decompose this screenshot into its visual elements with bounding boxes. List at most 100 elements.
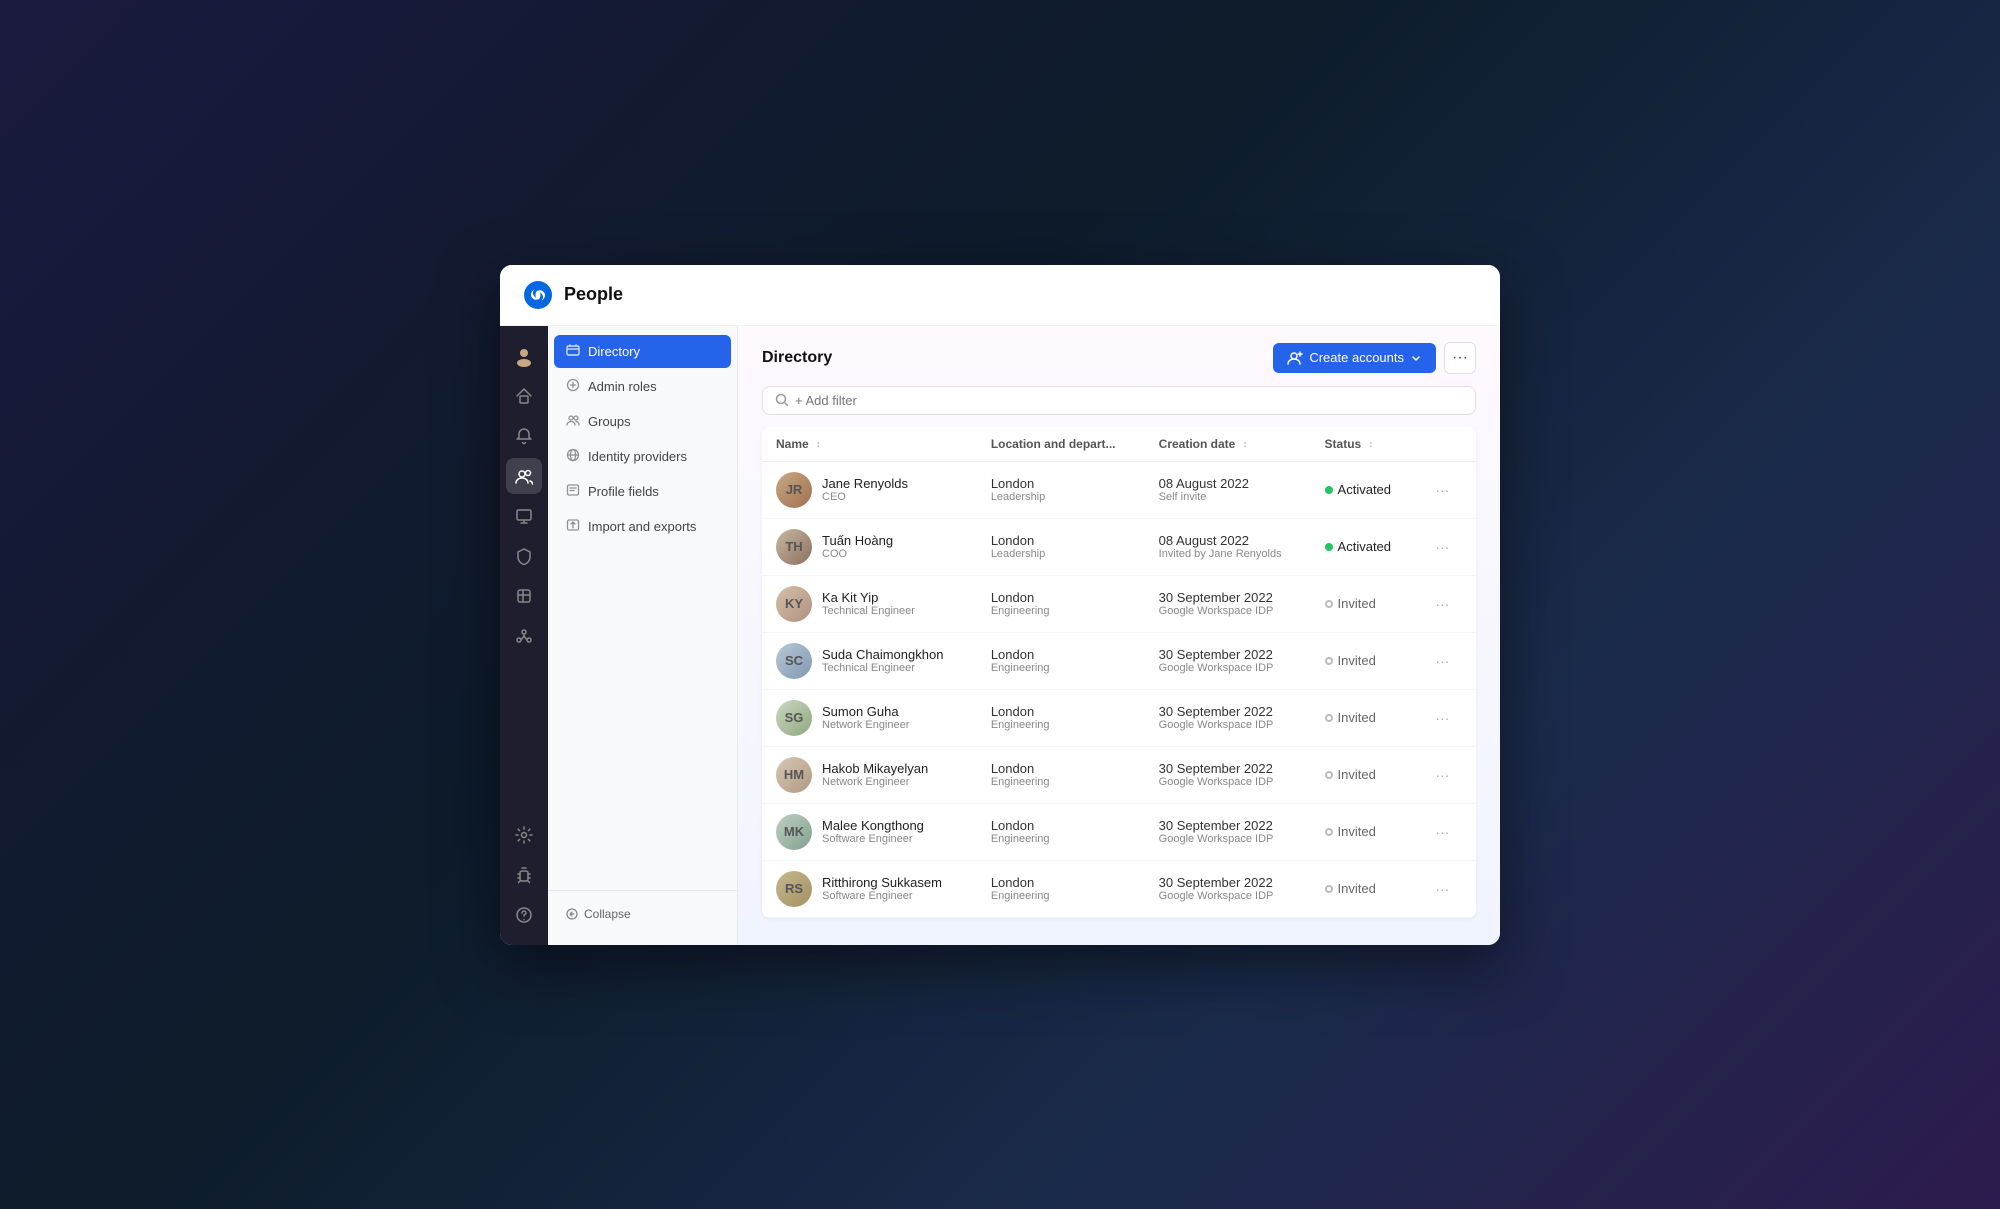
- admin-roles-icon: [566, 378, 580, 395]
- sidebar-item-identity-providers[interactable]: Identity providers: [554, 440, 731, 473]
- cell-actions-4: ···: [1414, 632, 1476, 689]
- status-badge: Invited: [1325, 881, 1376, 896]
- cell-actions-3: ···: [1414, 575, 1476, 632]
- row-more-button[interactable]: ···: [1428, 761, 1456, 789]
- more-options-button[interactable]: ···: [1444, 342, 1476, 374]
- person-role: Network Engineer: [822, 719, 909, 731]
- person-role: CEO: [822, 491, 908, 503]
- status-dot: [1325, 486, 1333, 494]
- row-more-button[interactable]: ···: [1428, 476, 1456, 504]
- cell-status-1: Activated: [1311, 461, 1415, 518]
- sort-name-icon: ↕: [816, 440, 821, 449]
- nav-shield-icon[interactable]: [506, 538, 542, 574]
- create-accounts-label: Create accounts: [1309, 350, 1404, 365]
- status-dot: [1325, 543, 1333, 551]
- sidebar-collapse-button[interactable]: Collapse: [554, 899, 731, 929]
- cell-status-7: Invited: [1311, 803, 1415, 860]
- person-name: Sumon Guha: [822, 704, 909, 719]
- row-more-button[interactable]: ···: [1428, 704, 1456, 732]
- sidebar-item-groups-label: Groups: [588, 414, 631, 429]
- avatar: MK: [776, 814, 812, 850]
- person-name: Jane Renyolds: [822, 476, 908, 491]
- cell-location-8: London Engineering: [977, 860, 1145, 917]
- table-wrap: Name ↕ Location and depart... Creation d…: [738, 427, 1500, 945]
- status-dot: [1325, 657, 1333, 665]
- person-name: Tuấn Hoàng: [822, 533, 893, 548]
- nav-monitor-icon[interactable]: [506, 498, 542, 534]
- sidebar-item-admin-roles-label: Admin roles: [588, 379, 657, 394]
- status-text: Activated: [1338, 482, 1391, 497]
- person-role: Software Engineer: [822, 833, 924, 845]
- cell-location-4: London Engineering: [977, 632, 1145, 689]
- main-content: Directory Create accounts ···: [738, 326, 1500, 945]
- search-input-wrap[interactable]: + Add filter: [762, 386, 1476, 415]
- nav-help-icon[interactable]: [506, 897, 542, 933]
- directory-icon: [566, 343, 580, 360]
- cell-actions-8: ···: [1414, 860, 1476, 917]
- content-header: Directory Create accounts ···: [738, 326, 1500, 386]
- cell-date-2: 08 August 2022 Invited by Jane Renyolds: [1145, 518, 1311, 575]
- sidebar-item-groups[interactable]: Groups: [554, 405, 731, 438]
- icon-rail: [500, 326, 548, 945]
- nav-settings-icon[interactable]: [506, 817, 542, 853]
- col-actions: [1414, 427, 1476, 462]
- sidebar-item-profile-fields-label: Profile fields: [588, 484, 659, 499]
- nav-people-icon[interactable]: [506, 458, 542, 494]
- status-text: Activated: [1338, 539, 1391, 554]
- status-badge: Invited: [1325, 710, 1376, 725]
- avatar: HM: [776, 757, 812, 793]
- nav-debug-icon[interactable]: [506, 857, 542, 893]
- nav-home-icon[interactable]: [506, 378, 542, 414]
- sort-date-icon: ↕: [1243, 440, 1248, 449]
- row-more-button[interactable]: ···: [1428, 818, 1456, 846]
- status-text: Invited: [1338, 596, 1376, 611]
- add-filter-label: + Add filter: [795, 393, 857, 408]
- page-title: People: [564, 284, 623, 305]
- identity-providers-icon: [566, 448, 580, 465]
- col-status[interactable]: Status ↕: [1311, 427, 1415, 462]
- create-accounts-button[interactable]: Create accounts: [1273, 343, 1436, 373]
- status-text: Invited: [1338, 824, 1376, 839]
- cell-location-7: London Engineering: [977, 803, 1145, 860]
- sidebar-item-import-exports[interactable]: Import and exports: [554, 510, 731, 543]
- table-row: RS Ritthirong Sukkasem Software Engineer…: [762, 860, 1476, 917]
- col-creation-date[interactable]: Creation date ↕: [1145, 427, 1311, 462]
- avatar: SC: [776, 643, 812, 679]
- sidebar-item-identity-providers-label: Identity providers: [588, 449, 687, 464]
- add-filter-button[interactable]: + Add filter: [795, 393, 857, 408]
- cell-actions-7: ···: [1414, 803, 1476, 860]
- cell-location-6: London Engineering: [977, 746, 1145, 803]
- people-table: Name ↕ Location and depart... Creation d…: [762, 427, 1476, 918]
- nav-box-icon[interactable]: [506, 578, 542, 614]
- cell-location-3: London Engineering: [977, 575, 1145, 632]
- avatar: SG: [776, 700, 812, 736]
- cell-name-5: SG Sumon Guha Network Engineer: [762, 689, 977, 746]
- sidebar-item-directory[interactable]: Directory: [554, 335, 731, 368]
- sidebar-item-admin-roles[interactable]: Admin roles: [554, 370, 731, 403]
- row-more-button[interactable]: ···: [1428, 875, 1456, 903]
- sidebar-item-directory-label: Directory: [588, 344, 640, 359]
- table-row: MK Malee Kongthong Software Engineer Lon…: [762, 803, 1476, 860]
- profile-fields-icon: [566, 483, 580, 500]
- sidebar-item-profile-fields[interactable]: Profile fields: [554, 475, 731, 508]
- cell-status-2: Activated: [1311, 518, 1415, 575]
- header-actions: Create accounts ···: [1273, 342, 1476, 374]
- search-icon: [775, 393, 789, 407]
- col-name[interactable]: Name ↕: [762, 427, 977, 462]
- nav-network-icon[interactable]: [506, 618, 542, 654]
- avatar: TH: [776, 529, 812, 565]
- cell-status-3: Invited: [1311, 575, 1415, 632]
- row-more-button[interactable]: ···: [1428, 533, 1456, 561]
- more-options-icon: ···: [1452, 349, 1468, 367]
- cell-status-4: Invited: [1311, 632, 1415, 689]
- nav-bell-icon[interactable]: [506, 418, 542, 454]
- nav-avatar[interactable]: [506, 338, 542, 374]
- row-more-button[interactable]: ···: [1428, 590, 1456, 618]
- avatar: RS: [776, 871, 812, 907]
- cell-date-4: 30 September 2022 Google Workspace IDP: [1145, 632, 1311, 689]
- cell-name-4: SC Suda Chaimongkhon Technical Engineer: [762, 632, 977, 689]
- person-role: Software Engineer: [822, 890, 942, 902]
- table-row: SG Sumon Guha Network Engineer London En…: [762, 689, 1476, 746]
- table-row: JR Jane Renyolds CEO London Leadership 0…: [762, 461, 1476, 518]
- row-more-button[interactable]: ···: [1428, 647, 1456, 675]
